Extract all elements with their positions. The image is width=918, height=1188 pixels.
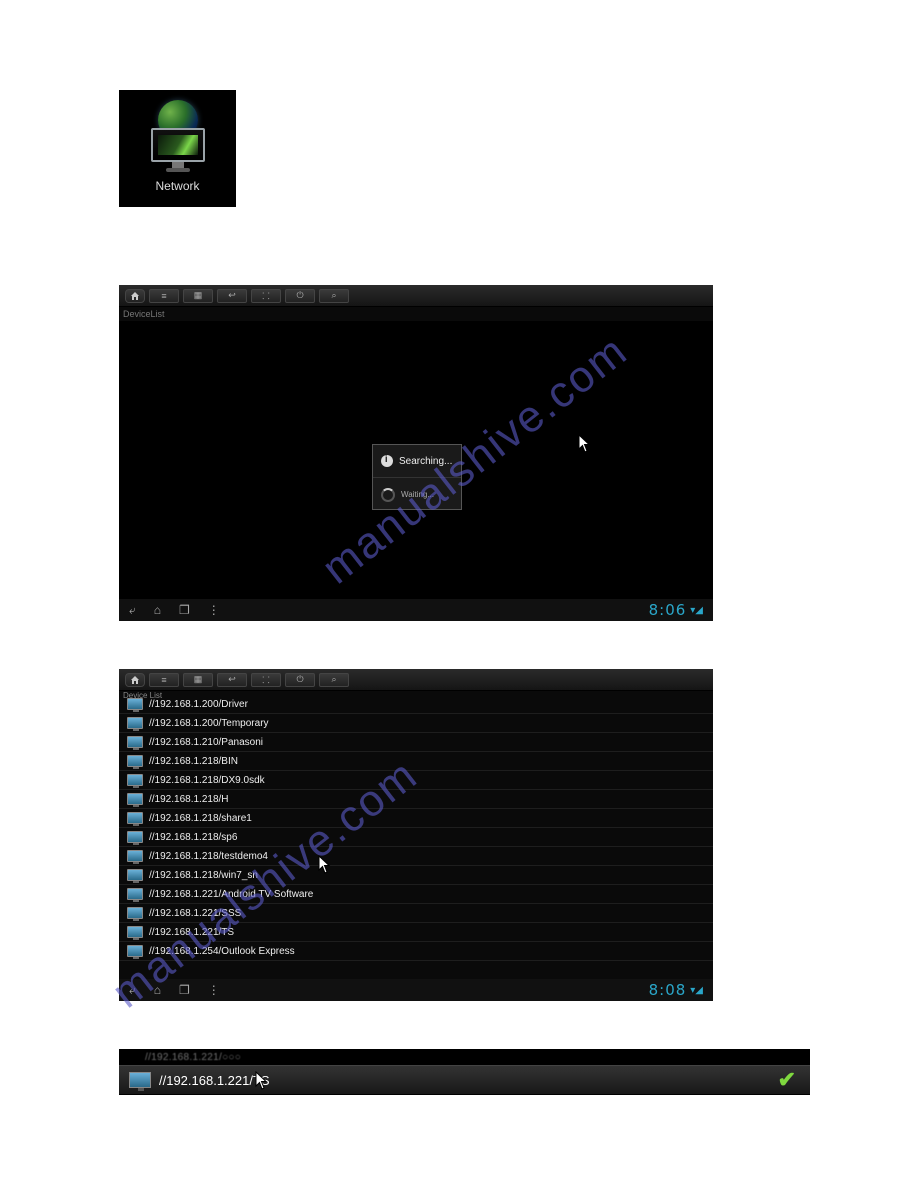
status-clock: 8:08 bbox=[649, 981, 687, 999]
device-path: //192.168.1.221/TS bbox=[149, 927, 234, 938]
strip-prev-row: //192.168.1.221/○○○ bbox=[119, 1049, 810, 1065]
toolbar-list-button[interactable]: ≡ bbox=[149, 673, 179, 687]
selected-device-row[interactable]: //192.168.1.221/TS ✔ bbox=[119, 1065, 810, 1095]
nav-recents-icon[interactable]: ❐ bbox=[179, 603, 190, 617]
device-icon bbox=[127, 793, 143, 805]
nav-recents-icon[interactable]: ❐ bbox=[179, 983, 190, 997]
device-path: //192.168.1.218/win7_sn bbox=[149, 870, 258, 881]
device-icon bbox=[127, 774, 143, 786]
device-row[interactable]: //192.168.1.210/Panasoni bbox=[119, 733, 713, 752]
device-path: //192.168.1.218/testdemo4 bbox=[149, 851, 268, 862]
device-icon bbox=[129, 1072, 151, 1088]
device-row[interactable]: //192.168.1.218/sp6 bbox=[119, 828, 713, 847]
network-app-icon[interactable]: Network bbox=[119, 90, 236, 207]
toolbar-home-button[interactable] bbox=[125, 673, 145, 687]
device-icon bbox=[127, 926, 143, 938]
nav-home-icon[interactable]: ⌂ bbox=[154, 983, 161, 997]
dialog-status: Waiting... bbox=[401, 490, 434, 499]
device-row[interactable]: //192.168.1.218/testdemo4 bbox=[119, 847, 713, 866]
searching-dialog: Searching... Waiting... bbox=[372, 444, 462, 510]
device-icon bbox=[127, 812, 143, 824]
device-icon bbox=[127, 755, 143, 767]
system-navbar: ⤶ ⌂ ❐ ⋮ 8:08 ▾◢ bbox=[119, 979, 713, 1001]
nav-menu-icon[interactable]: ⋮ bbox=[208, 983, 220, 997]
nav-menu-icon[interactable]: ⋮ bbox=[208, 603, 220, 617]
device-list[interactable]: //192.168.1.200/Driver //192.168.1.200/T… bbox=[119, 693, 713, 979]
toolbar-back-button[interactable]: ↩ bbox=[217, 289, 247, 303]
device-path: //192.168.1.210/Panasoni bbox=[149, 737, 263, 748]
device-row[interactable]: //192.168.1.221/TS bbox=[119, 923, 713, 942]
selected-device-strip: //192.168.1.221/○○○ //192.168.1.221/TS ✔ bbox=[119, 1049, 810, 1095]
mouse-cursor bbox=[578, 434, 592, 454]
nav-back-icon[interactable]: ⤶ bbox=[129, 983, 136, 998]
device-icon bbox=[127, 945, 143, 957]
toolbar-settings-button[interactable]: ⌕ bbox=[319, 289, 349, 303]
network-icon-graphic bbox=[148, 100, 208, 160]
device-icon bbox=[127, 717, 143, 729]
device-icon bbox=[127, 831, 143, 843]
device-row[interactable]: //192.168.1.218/BIN bbox=[119, 752, 713, 771]
wifi-icon: ▾◢ bbox=[690, 985, 703, 996]
device-row[interactable]: //192.168.1.200/Driver bbox=[119, 695, 713, 714]
device-row[interactable]: //192.168.1.218/H bbox=[119, 790, 713, 809]
device-row[interactable]: //192.168.1.221/SSS bbox=[119, 904, 713, 923]
device-row[interactable]: //192.168.1.221/Android TV Software bbox=[119, 885, 713, 904]
nav-back-icon[interactable]: ⤶ bbox=[129, 603, 136, 618]
device-icon bbox=[127, 888, 143, 900]
toolbar-grid-button[interactable]: ▦ bbox=[183, 673, 213, 687]
device-row[interactable]: //192.168.1.200/Temporary bbox=[119, 714, 713, 733]
toolbar-power-button[interactable]: ⏻ bbox=[285, 673, 315, 687]
app-toolbar: ≡ ▦ ↩ ⸬ ⏻ ⌕ bbox=[119, 285, 713, 307]
mouse-cursor bbox=[318, 855, 332, 875]
screenshot-searching: ≡ ▦ ↩ ⸬ ⏻ ⌕ DeviceList Searching... Wait… bbox=[119, 285, 713, 621]
app-toolbar: ≡ ▦ ↩ ⸬ ⏻ ⌕ bbox=[119, 669, 713, 691]
device-row[interactable]: //192.168.1.218/DX9.0sdk bbox=[119, 771, 713, 790]
device-icon bbox=[127, 698, 143, 710]
selected-device-path: //192.168.1.221/TS bbox=[159, 1073, 270, 1088]
device-icon bbox=[127, 869, 143, 881]
toolbar-grid-button[interactable]: ▦ bbox=[183, 289, 213, 303]
dialog-title: Searching... bbox=[399, 456, 452, 467]
toolbar-back-button[interactable]: ↩ bbox=[217, 673, 247, 687]
screenshot-device-list: ≡ ▦ ↩ ⸬ ⏻ ⌕ Device List //192.168.1.200/… bbox=[119, 669, 713, 1001]
device-icon bbox=[127, 907, 143, 919]
device-path: //192.168.1.254/Outlook Express bbox=[149, 946, 295, 957]
content-area: Searching... Waiting... bbox=[119, 321, 713, 599]
subheader-label: DeviceList bbox=[119, 307, 713, 321]
network-app-label: Network bbox=[155, 179, 199, 193]
system-navbar: ⤶ ⌂ ❐ ⋮ 8:06 ▾◢ bbox=[119, 599, 713, 621]
device-row[interactable]: //192.168.1.254/Outlook Express bbox=[119, 942, 713, 961]
device-path: //192.168.1.200/Temporary bbox=[149, 718, 269, 729]
device-icon bbox=[127, 850, 143, 862]
device-icon bbox=[127, 736, 143, 748]
mouse-cursor bbox=[255, 1071, 269, 1091]
device-path: //192.168.1.218/DX9.0sdk bbox=[149, 775, 265, 786]
device-row[interactable]: //192.168.1.218/win7_sn bbox=[119, 866, 713, 885]
spinner-icon bbox=[381, 488, 395, 502]
device-path: //192.168.1.200/Driver bbox=[149, 699, 248, 710]
info-icon bbox=[381, 455, 393, 467]
status-clock: 8:06 bbox=[649, 601, 687, 619]
device-row[interactable]: //192.168.1.218/share1 bbox=[119, 809, 713, 828]
checkmark-icon: ✔ bbox=[778, 1067, 796, 1093]
toolbar-power-button[interactable]: ⏻ bbox=[285, 289, 315, 303]
device-path: //192.168.1.218/sp6 bbox=[149, 832, 237, 843]
nav-home-icon[interactable]: ⌂ bbox=[154, 603, 161, 617]
toolbar-home-button[interactable] bbox=[125, 289, 145, 303]
toolbar-settings-button[interactable]: ⌕ bbox=[319, 673, 349, 687]
toolbar-apps-button[interactable]: ⸬ bbox=[251, 289, 281, 303]
device-path: //192.168.1.218/BIN bbox=[149, 756, 238, 767]
toolbar-list-button[interactable]: ≡ bbox=[149, 289, 179, 303]
device-path: //192.168.1.221/Android TV Software bbox=[149, 889, 313, 900]
device-path: //192.168.1.218/H bbox=[149, 794, 229, 805]
device-path: //192.168.1.221/SSS bbox=[149, 908, 241, 919]
wifi-icon: ▾◢ bbox=[690, 605, 703, 616]
toolbar-apps-button[interactable]: ⸬ bbox=[251, 673, 281, 687]
device-path: //192.168.1.218/share1 bbox=[149, 813, 252, 824]
